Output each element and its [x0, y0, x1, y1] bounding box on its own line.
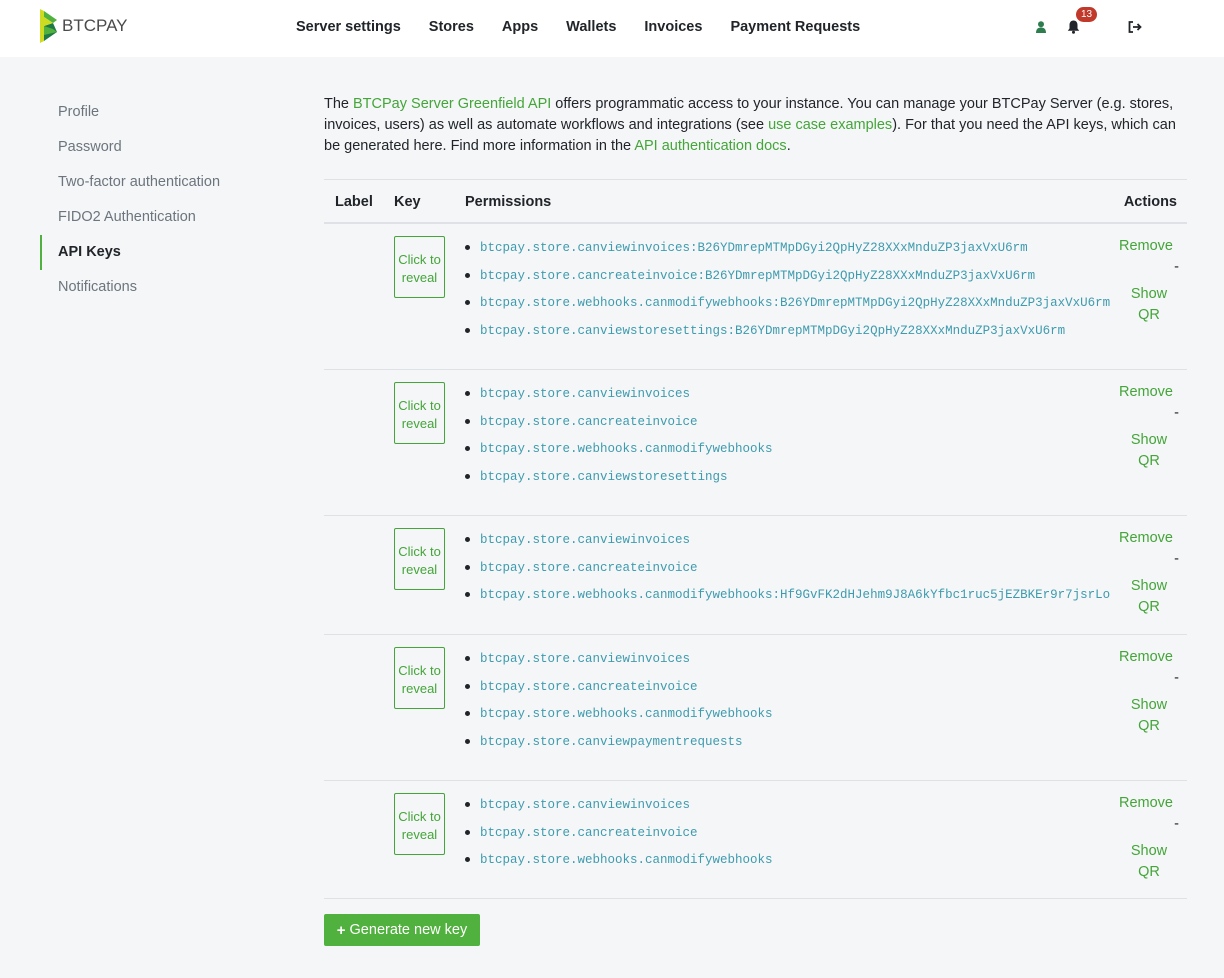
action-separator: - — [1174, 670, 1179, 686]
permissions-list: btcpay.store.canviewinvoices btcpay.store… — [464, 531, 1110, 614]
row-actions: Remove - Show QR — [1116, 793, 1179, 883]
logout-icon[interactable] — [1124, 16, 1146, 38]
generate-new-key-label: Generate new key — [349, 922, 468, 938]
permission-item: btcpay.store.webhooks.canmodifywebhooks — [464, 851, 773, 879]
permissions-list: btcpay.store.canviewinvoices btcpay.store… — [464, 385, 773, 495]
header-actions: Actions — [1123, 194, 1177, 210]
sidebar-item-profile[interactable]: Profile — [40, 95, 280, 130]
generate-new-key-button[interactable]: + Generate new key — [324, 914, 480, 946]
sidebar-item-fido2[interactable]: FIDO2 Authentication — [40, 200, 280, 235]
permission-item: btcpay.store.canviewinvoices — [464, 796, 773, 824]
main-nav: Server settings Stores Apps Wallets Invo… — [282, 0, 874, 54]
row-actions: Remove - Show QR — [1116, 236, 1179, 326]
permissions-list: btcpay.store.canviewinvoices btcpay.store… — [464, 650, 773, 760]
permission-item: btcpay.store.cancreateinvoice — [464, 678, 773, 706]
user-account-icon[interactable] — [1030, 16, 1052, 38]
api-key-row: Click to reveal btcpay.store.canviewinvoi… — [324, 635, 1187, 781]
nav-stores[interactable]: Stores — [415, 19, 488, 35]
notifications-bell-icon[interactable]: 13 — [1062, 7, 1098, 38]
permission-item: btcpay.store.canviewstoresettings — [464, 468, 773, 496]
plus-icon: + — [336, 921, 346, 939]
sidebar-item-notifications[interactable]: Notifications — [40, 270, 280, 305]
btcpay-logo[interactable]: BTCPAY — [38, 8, 128, 44]
permission-item: btcpay.store.cancreateinvoice — [464, 413, 773, 441]
api-key-row: Click to reveal btcpay.store.canviewinvoi… — [324, 370, 1187, 516]
permission-item: btcpay.store.cancreateinvoice:B26YDmrepM… — [464, 267, 1110, 295]
sidebar-item-password[interactable]: Password — [40, 130, 280, 165]
show-qr-link[interactable]: Show QR — [1116, 430, 1176, 472]
sidebar-item-api-keys[interactable]: API Keys — [40, 235, 280, 270]
show-qr-link[interactable]: Show QR — [1116, 695, 1176, 737]
permission-item: btcpay.store.webhooks.canmodifywebhooks — [464, 705, 773, 733]
brand-name: BTCPAY — [62, 16, 128, 35]
nav-wallets[interactable]: Wallets — [552, 19, 630, 35]
permission-item: btcpay.store.canviewpaymentrequests — [464, 733, 773, 761]
permission-item: btcpay.store.webhooks.canmodifywebhooks:… — [464, 586, 1110, 614]
click-to-reveal-button[interactable]: Click to reveal — [394, 647, 445, 709]
remove-key-link[interactable]: Remove — [1116, 236, 1176, 257]
header-label: Label — [335, 194, 373, 210]
nav-icons: 13 — [1030, 0, 1146, 54]
row-actions: Remove - Show QR — [1116, 647, 1179, 737]
permission-item: btcpay.store.canviewinvoices — [464, 385, 773, 413]
table-header: Label Key Permissions Actions — [324, 180, 1187, 224]
permission-item: btcpay.store.canviewinvoices — [464, 531, 1110, 559]
top-navbar: BTCPAY Server settings Stores Apps Walle… — [0, 0, 1224, 57]
api-keys-main: The BTCPay Server Greenfield API offers … — [324, 94, 1187, 946]
api-key-row: Click to reveal btcpay.store.canviewinvoi… — [324, 781, 1187, 899]
nav-server-settings[interactable]: Server settings — [282, 19, 415, 35]
api-key-row: Click to reveal btcpay.store.canviewinvoi… — [324, 224, 1187, 370]
show-qr-link[interactable]: Show QR — [1116, 284, 1176, 326]
intro-paragraph: The BTCPay Server Greenfield API offers … — [324, 94, 1187, 157]
header-permissions: Permissions — [465, 194, 552, 210]
nav-apps[interactable]: Apps — [488, 19, 552, 35]
remove-key-link[interactable]: Remove — [1116, 793, 1176, 814]
click-to-reveal-button[interactable]: Click to reveal — [394, 528, 445, 590]
permission-item: btcpay.store.webhooks.canmodifywebhooks — [464, 440, 773, 468]
remove-key-link[interactable]: Remove — [1116, 382, 1176, 403]
row-actions: Remove - Show QR — [1116, 382, 1179, 472]
api-keys-table: Label Key Permissions Actions Click to r… — [324, 179, 1187, 899]
action-separator: - — [1174, 816, 1179, 832]
header-key: Key — [394, 194, 421, 210]
action-separator: - — [1174, 259, 1179, 275]
click-to-reveal-button[interactable]: Click to reveal — [394, 236, 445, 298]
action-separator: - — [1174, 551, 1179, 567]
remove-key-link[interactable]: Remove — [1116, 528, 1176, 549]
action-separator: - — [1174, 405, 1179, 421]
greenfield-api-link[interactable]: BTCPay Server Greenfield API — [353, 96, 551, 112]
nav-invoices[interactable]: Invoices — [630, 19, 716, 35]
click-to-reveal-button[interactable]: Click to reveal — [394, 793, 445, 855]
permission-item: btcpay.store.canviewinvoices — [464, 650, 773, 678]
notification-count-badge: 13 — [1076, 7, 1098, 22]
permissions-list: btcpay.store.canviewinvoices btcpay.store… — [464, 796, 773, 879]
account-sidebar: Profile Password Two-factor authenticati… — [40, 95, 280, 305]
api-auth-docs-link[interactable]: API authentication docs — [634, 138, 786, 154]
permission-item: btcpay.store.canviewstoresettings:B26YDm… — [464, 322, 1110, 350]
click-to-reveal-button[interactable]: Click to reveal — [394, 382, 445, 444]
show-qr-link[interactable]: Show QR — [1116, 841, 1176, 883]
permissions-list: btcpay.store.canviewinvoices:B26YDmrepMT… — [464, 239, 1110, 349]
show-qr-link[interactable]: Show QR — [1116, 576, 1176, 618]
permission-item: btcpay.store.canviewinvoices:B26YDmrepMT… — [464, 239, 1110, 267]
permission-item: btcpay.store.cancreateinvoice — [464, 559, 1110, 587]
intro-text-4: . — [786, 138, 791, 154]
sidebar-item-two-factor[interactable]: Two-factor authentication — [40, 165, 280, 200]
permission-item: btcpay.store.webhooks.canmodifywebhooks:… — [464, 294, 1110, 322]
permission-item: btcpay.store.cancreateinvoice — [464, 824, 773, 852]
intro-text-1: The — [324, 96, 354, 112]
use-case-examples-link[interactable]: use case examples — [768, 117, 892, 133]
remove-key-link[interactable]: Remove — [1116, 647, 1176, 668]
nav-payment-requests[interactable]: Payment Requests — [716, 19, 874, 35]
api-key-row: Click to reveal btcpay.store.canviewinvoi… — [324, 516, 1187, 635]
row-actions: Remove - Show QR — [1116, 528, 1179, 618]
btcpay-logo-icon — [40, 9, 57, 43]
